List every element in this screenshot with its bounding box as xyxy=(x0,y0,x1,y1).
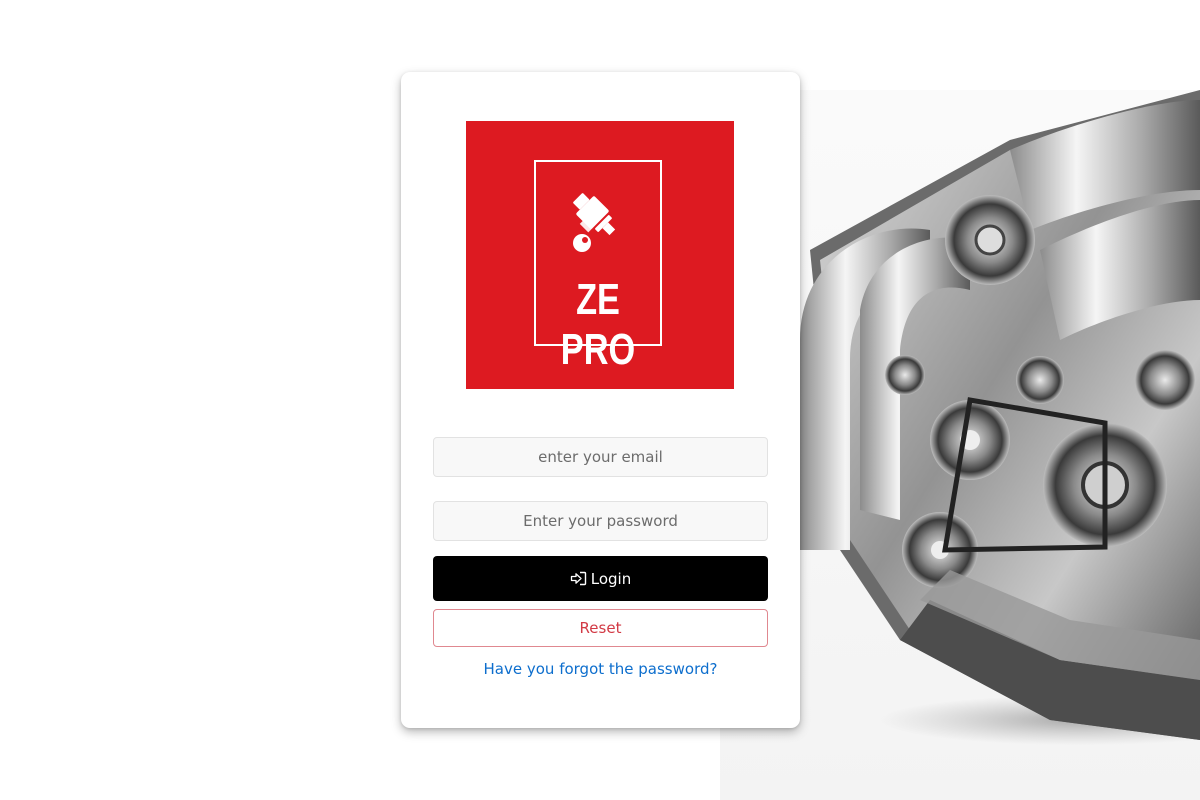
logo-text: ZE PRO xyxy=(560,275,636,374)
brand-logo: ZE PRO xyxy=(466,121,734,389)
reset-button-label: Reset xyxy=(579,619,622,637)
login-button-label: Login xyxy=(590,569,632,588)
login-button[interactable]: Login xyxy=(433,556,768,601)
email-input[interactable] xyxy=(433,437,768,477)
spark-plug-icon xyxy=(573,193,616,252)
reset-button[interactable]: Reset xyxy=(433,609,768,647)
sign-in-icon xyxy=(570,571,586,586)
login-page: ZE PRO Login Reset Have you forgot the p… xyxy=(0,0,1200,800)
password-input[interactable] xyxy=(433,501,768,541)
forgot-password-link[interactable]: Have you forgot the password? xyxy=(401,660,800,678)
logo-frame: ZE PRO xyxy=(534,160,662,374)
login-card: ZE PRO Login Reset Have you forgot the p… xyxy=(401,72,800,728)
engine-photo xyxy=(800,90,1200,745)
